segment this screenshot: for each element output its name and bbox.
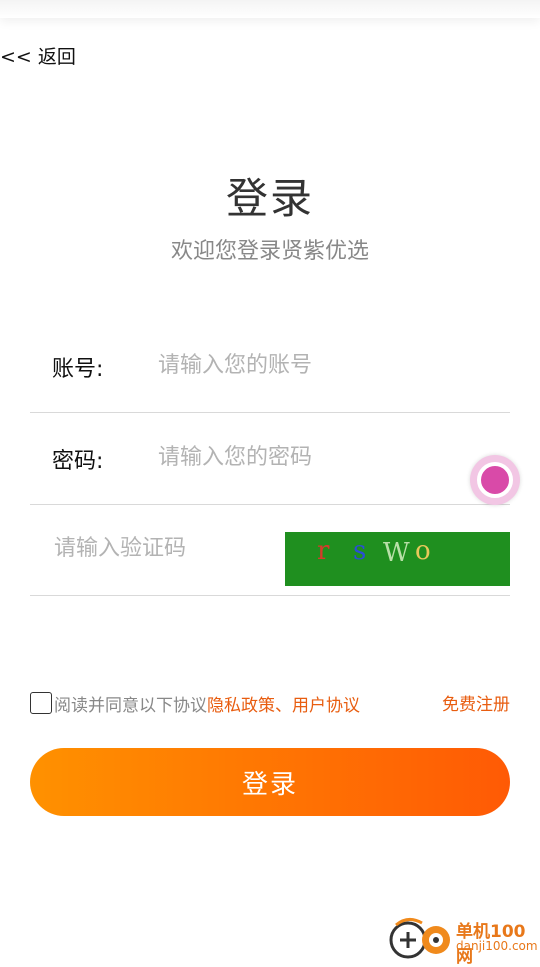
watermark-logo-icon <box>389 918 450 959</box>
register-link[interactable]: 免费注册 <box>442 690 510 715</box>
login-button[interactable]: 登录 <box>30 748 510 816</box>
page-title: 登录 <box>225 174 314 223</box>
privacy-policy-link[interactable]: 隐私政策 <box>207 691 275 716</box>
back-button[interactable]: << 返回 <box>0 42 76 69</box>
password-input[interactable] <box>158 440 488 474</box>
agreement-prefix: 阅读并同意以下协议 <box>54 695 207 716</box>
page-subtitle: 欢迎您登录贤紫优选 <box>170 239 369 264</box>
captcha-char: r <box>317 536 330 566</box>
watermark: 单机100网 danji100.com <box>388 915 540 967</box>
agree-checkbox[interactable] <box>30 692 52 714</box>
dot-icon <box>477 462 513 498</box>
watermark-url: danji100.com <box>456 939 538 953</box>
account-row: 账号: <box>30 320 510 413</box>
captcha-row: r s W o <box>30 503 510 596</box>
account-input[interactable] <box>158 348 488 382</box>
password-row: 密码: <box>30 412 510 505</box>
user-agreement-link[interactable]: 用户协议 <box>292 691 360 716</box>
captcha-char: o <box>415 536 431 566</box>
agreement-row: 阅读并同意以下协议 隐私政策 、 用户协议 <box>30 690 360 716</box>
captcha-image[interactable]: r s W o <box>285 532 510 586</box>
captcha-input[interactable] <box>54 531 284 565</box>
password-label: 密码: <box>52 449 104 474</box>
floating-assist-button[interactable] <box>470 455 520 505</box>
captcha-char: W <box>383 538 410 568</box>
captcha-char: s <box>353 536 367 566</box>
agreement-separator: 、 <box>275 695 292 716</box>
account-label: 账号: <box>52 357 104 382</box>
status-bar-shadow <box>0 0 540 18</box>
